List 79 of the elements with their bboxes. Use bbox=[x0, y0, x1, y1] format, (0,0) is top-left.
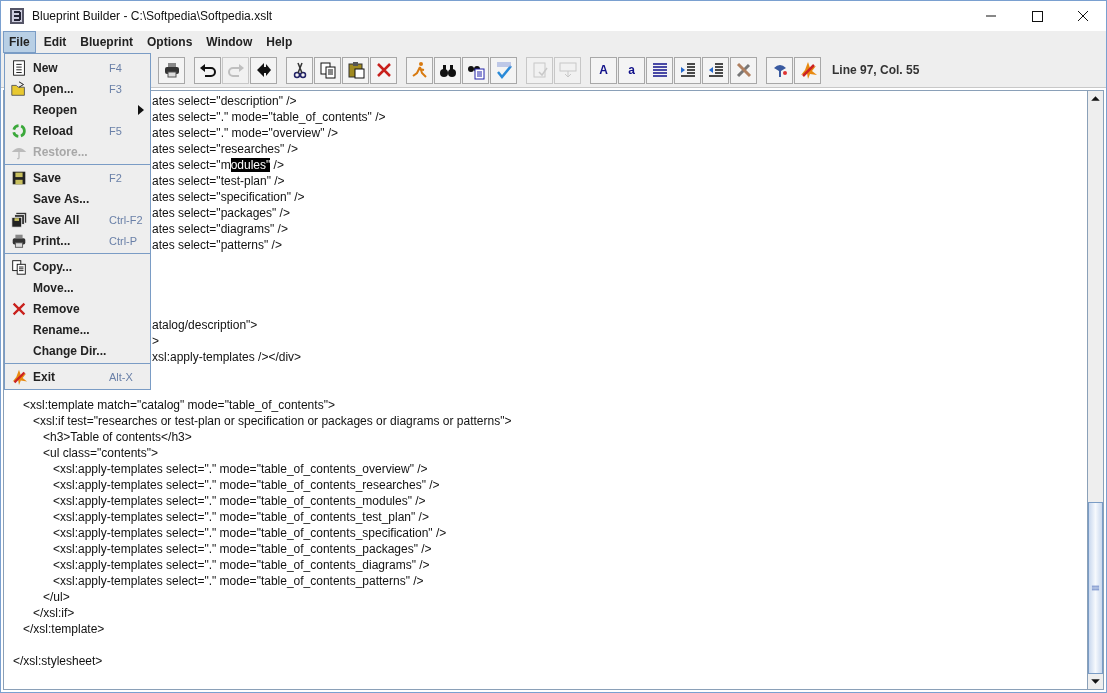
code-line: </xsl:if> bbox=[32, 606, 75, 620]
font-button[interactable]: A bbox=[590, 56, 617, 84]
align-button[interactable] bbox=[646, 56, 673, 84]
code-line: <ul class="contents"> bbox=[42, 446, 158, 460]
code-line: <xsl:apply-templates select="." mode="table_of_contents_researches" /> bbox=[52, 478, 440, 492]
paste-button[interactable] bbox=[342, 56, 369, 84]
code-line: ates select="packages" /> bbox=[152, 206, 290, 220]
menu-item[interactable]: Window bbox=[200, 31, 259, 53]
menu-item[interactable]: Print... Ctrl-P bbox=[5, 230, 150, 251]
menu-item[interactable]: Exit Alt-X bbox=[5, 366, 150, 387]
clipboard-icon bbox=[345, 60, 366, 80]
tools-button[interactable] bbox=[730, 56, 757, 84]
menu-item[interactable]: Blueprint bbox=[74, 31, 139, 53]
mark-button[interactable] bbox=[250, 56, 277, 84]
font-button[interactable]: a bbox=[618, 56, 645, 84]
code-line: ates select="description" /> bbox=[152, 94, 297, 108]
menu-item[interactable]: Help bbox=[260, 31, 299, 53]
undo-button[interactable] bbox=[194, 56, 221, 84]
recycle-icon bbox=[10, 121, 28, 140]
floppy-disks-icon bbox=[10, 210, 28, 229]
copy-icon bbox=[317, 60, 338, 80]
vertical-scrollbar[interactable] bbox=[1087, 91, 1103, 689]
menu-item[interactable]: Options bbox=[141, 31, 199, 53]
code-line: ates select="specification" /> bbox=[152, 190, 305, 204]
delete-button[interactable] bbox=[370, 56, 397, 84]
cursor-position: Line 97, Col. 55 bbox=[832, 63, 920, 77]
code-line: <xsl:apply-templates select="." mode="table_of_contents_diagrams" /> bbox=[52, 558, 430, 572]
find-files-button[interactable] bbox=[462, 56, 489, 84]
code-line: > bbox=[152, 334, 159, 348]
exit-button[interactable] bbox=[794, 56, 821, 84]
menu-item[interactable]: Save As... bbox=[5, 188, 150, 209]
menu-item[interactable]: Save All Ctrl-F2 bbox=[5, 209, 150, 230]
code-line: <xsl:apply-templates select="." mode="table_of_contents_test_plan" /> bbox=[52, 510, 429, 524]
code-line: xsl:apply-templates /></div> bbox=[152, 350, 302, 364]
menu-item[interactable]: Remove bbox=[5, 298, 150, 319]
menu-item[interactable]: Reload F5 bbox=[5, 120, 150, 141]
outdent-button[interactable] bbox=[702, 56, 729, 84]
copy-icon bbox=[10, 257, 28, 276]
code-line: atalog/description"> bbox=[152, 318, 258, 332]
document-icon bbox=[10, 58, 28, 77]
code-line: </xsl:template> bbox=[22, 622, 105, 636]
menu-item[interactable]: Rename... bbox=[5, 319, 150, 340]
indent-button[interactable] bbox=[674, 56, 701, 84]
code-line: <xsl:if test="researches or test-plan or specification or packages or diagrams or patterns"> bbox=[32, 414, 512, 428]
find-button[interactable] bbox=[434, 56, 461, 84]
transform-icon bbox=[557, 60, 578, 80]
code-line: <xsl:apply-templates select="." mode="table_of_contents_packages" /> bbox=[52, 542, 432, 556]
window-title: Blueprint Builder - C:\Softpedia\Softpedia.xslt bbox=[32, 9, 273, 23]
code-line: <xsl:apply-templates select="." mode="table_of_contents_modules" /> bbox=[52, 494, 426, 508]
code-line: <xsl:apply-templates select="." mode="table_of_contents_overview" /> bbox=[52, 462, 428, 476]
menu-item[interactable]: File bbox=[3, 31, 36, 53]
code-line: <h3>Table of contents</h3> bbox=[42, 430, 192, 444]
menu-item[interactable]: Save F2 bbox=[5, 167, 150, 188]
menu-item[interactable]: New F4 bbox=[5, 57, 150, 78]
code-line: </xsl:stylesheet> bbox=[13, 654, 103, 668]
code-line: ates select="researches" /> bbox=[152, 142, 298, 156]
cut-button[interactable] bbox=[286, 56, 313, 84]
code-line: ates select="." mode="table_of_contents" /> bbox=[152, 110, 386, 124]
code-line: ates select="diagrams" /> bbox=[152, 222, 288, 236]
code-line: <xsl:apply-templates select="." mode="table_of_contents_patterns" /> bbox=[52, 574, 424, 588]
code-line: ates select="." mode="overview" /> bbox=[152, 126, 339, 140]
code-line: ates select="test-plan" /> bbox=[152, 174, 285, 188]
menu-item[interactable]: Open... F3 bbox=[5, 78, 150, 99]
code-line: </ul> bbox=[42, 590, 70, 604]
code-line: <xsl:template match="catalog" mode="table_of_contents"> bbox=[22, 398, 335, 412]
copy-button[interactable] bbox=[314, 56, 341, 84]
print-button[interactable] bbox=[158, 56, 185, 84]
folder-icon bbox=[10, 79, 28, 98]
help-button[interactable] bbox=[766, 56, 793, 84]
menu-item[interactable]: Copy... bbox=[5, 256, 150, 277]
menu-item[interactable]: Change Dir... bbox=[5, 340, 150, 361]
code-line: ates select="patterns" /> bbox=[152, 238, 282, 252]
app-icon bbox=[9, 8, 25, 24]
menu-item[interactable]: Edit bbox=[37, 31, 73, 53]
scroll-thumb[interactable] bbox=[1088, 502, 1103, 674]
code-line: <xsl:apply-templates select="." mode="table_of_contents_specification" /> bbox=[52, 526, 447, 540]
code-line: ates select="modules" /> bbox=[152, 158, 284, 172]
menu-item[interactable]: Reopen bbox=[5, 99, 150, 120]
menu-item[interactable]: Move... bbox=[5, 277, 150, 298]
